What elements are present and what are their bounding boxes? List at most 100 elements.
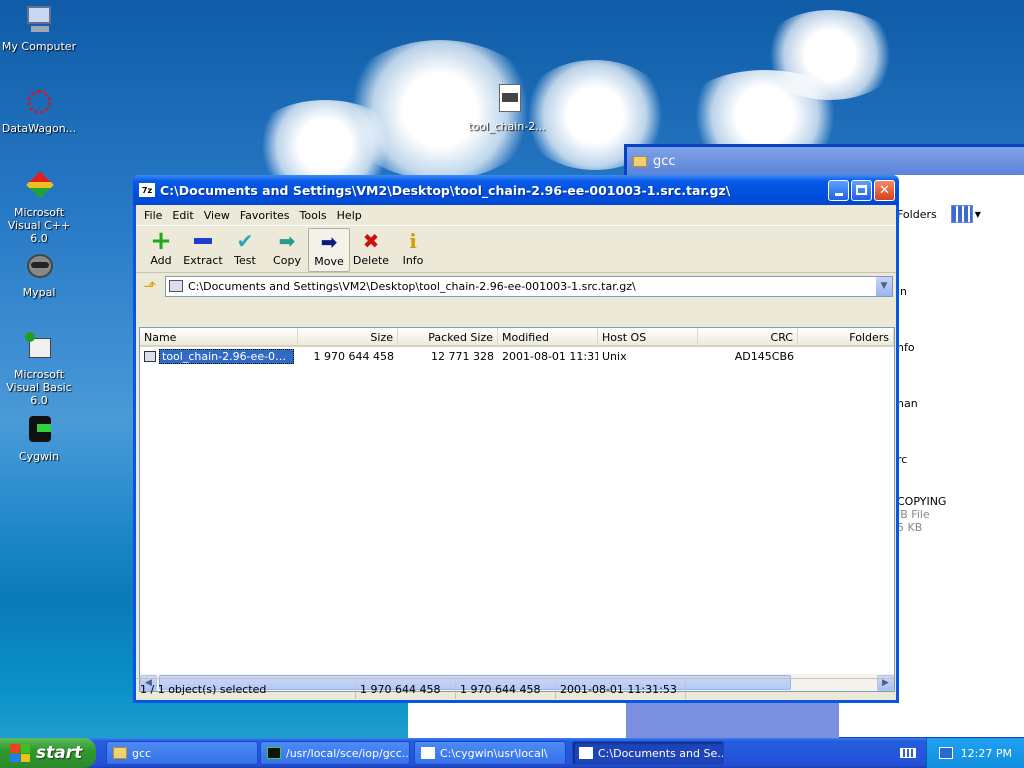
minimize-button[interactable] <box>828 179 849 201</box>
status-selection: 1 / 1 object(s) selected <box>136 680 356 699</box>
extract-button[interactable]: Extract <box>182 228 224 272</box>
desktop-icon-mypal[interactable]: Mypal <box>0 250 78 299</box>
task-7zip-documents[interactable]: C:\Documents and Se... <box>572 741 724 765</box>
delete-x-icon: ✖ <box>362 229 380 253</box>
minimize-icon <box>834 192 843 196</box>
menu-help[interactable]: Help <box>332 209 367 222</box>
task-label: C:\cygwin\usr\local\ <box>440 746 548 760</box>
archive-icon <box>169 280 183 292</box>
start-button[interactable]: start <box>0 738 96 768</box>
maximize-button[interactable] <box>851 179 872 201</box>
file-size: 1 970 644 458 <box>313 350 394 363</box>
title-bar[interactable]: 7z C:\Documents and Settings\VM2\Desktop… <box>133 175 899 205</box>
desktop-icon-label: Microsoft Visual Basic 6.0 <box>6 368 72 407</box>
file-list[interactable]: Name Size Packed Size Modified Host OS C… <box>139 327 895 692</box>
system-tray: 12:27 PM <box>925 738 1024 768</box>
column-crc[interactable]: CRC <box>698 328 798 345</box>
network-icon[interactable] <box>938 747 953 759</box>
menu-favorites[interactable]: Favorites <box>235 209 295 222</box>
archive-file-icon <box>491 84 523 116</box>
test-label: Test <box>234 254 256 267</box>
desktop-icon-tool-chain[interactable]: tool_chain-2... <box>468 84 546 133</box>
delete-button[interactable]: ✖ Delete <box>350 228 392 272</box>
delete-label: Delete <box>352 254 390 267</box>
visual-basic-icon <box>23 332 55 364</box>
copy-button[interactable]: ➡ Copy <box>266 228 308 272</box>
add-button[interactable]: + Add <box>140 228 182 272</box>
list-header: Name Size Packed Size Modified Host OS C… <box>140 328 894 347</box>
info-icon: i <box>409 229 417 253</box>
gcc-list-item[interactable]: nfo <box>897 341 915 354</box>
datawagon-icon <box>23 86 55 118</box>
menu-tools[interactable]: Tools <box>295 209 332 222</box>
desktop-icon-label: Mypal <box>22 286 56 299</box>
cygwin-icon <box>23 414 55 446</box>
status-modified: 2001-08-01 11:31:53 <box>556 680 686 699</box>
7zip-window[interactable]: 7z C:\Documents and Settings\VM2\Desktop… <box>133 175 899 703</box>
column-host-os[interactable]: Host OS <box>598 328 698 345</box>
window-client: File Edit View Favorites Tools Help + Add… <box>136 205 896 700</box>
column-packed-size[interactable]: Packed Size <box>398 328 498 345</box>
copy-arrow-icon: ➡ <box>278 229 296 253</box>
desktop-icon-visual-basic[interactable]: Microsoft Visual Basic 6.0 <box>0 332 78 407</box>
file-modified: 2001-08-01 11:31 <box>502 350 598 363</box>
address-text: C:\Documents and Settings\VM2\Desktop\to… <box>188 279 636 293</box>
up-folder-button[interactable]: ⬏ <box>139 276 161 296</box>
menu-file[interactable]: File <box>139 209 167 222</box>
keyboard-icon[interactable] <box>899 748 916 758</box>
task-gcc[interactable]: gcc <box>106 741 258 765</box>
start-label: start <box>36 743 83 763</box>
status-size: 1 970 644 458 <box>356 680 456 699</box>
menu-edit[interactable]: Edit <box>167 209 198 222</box>
column-folders[interactable]: Folders <box>798 328 894 345</box>
gcc-list-item-size: 5 KB <box>897 521 923 534</box>
desktop-icon-my-computer[interactable]: My Computer <box>0 4 78 53</box>
desktop-icon-datawagon[interactable]: DataWagon... <box>0 86 78 135</box>
file-crc: AD145CB6 <box>734 350 794 363</box>
clock[interactable]: 12:27 PM <box>961 747 1012 760</box>
menu-view[interactable]: View <box>199 209 235 222</box>
add-label: Add <box>150 254 172 267</box>
file-host-os: Unix <box>602 350 627 363</box>
views-icon[interactable] <box>950 205 973 223</box>
chevron-down-icon[interactable]: ▼ <box>875 276 892 296</box>
info-label: Info <box>402 254 424 267</box>
address-combobox[interactable]: C:\Documents and Settings\VM2\Desktop\to… <box>165 275 893 297</box>
file-folders <box>798 348 894 365</box>
chevron-down-icon[interactable]: ▼ <box>975 210 981 219</box>
cygwin-icon <box>267 747 281 759</box>
column-size[interactable]: Size <box>298 328 398 345</box>
address-bar: ⬏ C:\Documents and Settings\VM2\Desktop\… <box>136 273 896 299</box>
up-folder-icon: ⬏ <box>143 277 157 295</box>
gcc-list-item[interactable]: nan <box>897 397 918 410</box>
computer-icon <box>23 4 55 36</box>
folders-button[interactable]: Folders <box>897 208 937 221</box>
desktop-icon-visual-cpp[interactable]: Microsoft Visual C++ 6.0 <box>0 170 78 245</box>
maximize-icon <box>856 185 867 195</box>
task-7zip-cygwin[interactable]: C:\cygwin\usr\local\ <box>414 741 566 765</box>
window-title: C:\Documents and Settings\VM2\Desktop\to… <box>160 182 731 198</box>
7zip-app-icon: 7z <box>139 183 155 197</box>
desktop-icon-cygwin[interactable]: Cygwin <box>0 414 78 463</box>
7zip-icon <box>579 747 593 759</box>
move-arrow-icon: ➡ <box>320 230 338 254</box>
move-button[interactable]: ➡ Move <box>308 228 350 272</box>
gcc-title-bar[interactable]: gcc <box>627 147 1024 175</box>
test-button[interactable]: ✔ Test <box>224 228 266 272</box>
column-modified[interactable]: Modified <box>498 328 598 345</box>
close-icon: ✕ <box>879 182 890 198</box>
gcc-side-strip <box>626 700 836 738</box>
desktop-icon-label: Cygwin <box>18 450 60 463</box>
menu-bar: File Edit View Favorites Tools Help <box>136 205 896 225</box>
file-packed-size: 12 771 328 <box>431 350 494 363</box>
status-bar: 1 / 1 object(s) selected 1 970 644 458 1… <box>136 678 896 700</box>
info-button[interactable]: i Info <box>392 228 434 272</box>
column-name[interactable]: Name <box>140 328 298 345</box>
table-row[interactable]: tool_chain-2.96-ee-0010... 1 970 644 458… <box>140 348 894 365</box>
file-name[interactable]: tool_chain-2.96-ee-0010... <box>159 349 294 364</box>
desktop-icon-label: DataWagon... <box>1 122 77 135</box>
file-icon <box>144 351 156 362</box>
gcc-list-item[interactable]: COPYING <box>897 495 946 508</box>
close-button[interactable]: ✕ <box>874 179 895 201</box>
task-cygwin-terminal[interactable]: /usr/local/sce/iop/gcc... <box>260 741 410 765</box>
